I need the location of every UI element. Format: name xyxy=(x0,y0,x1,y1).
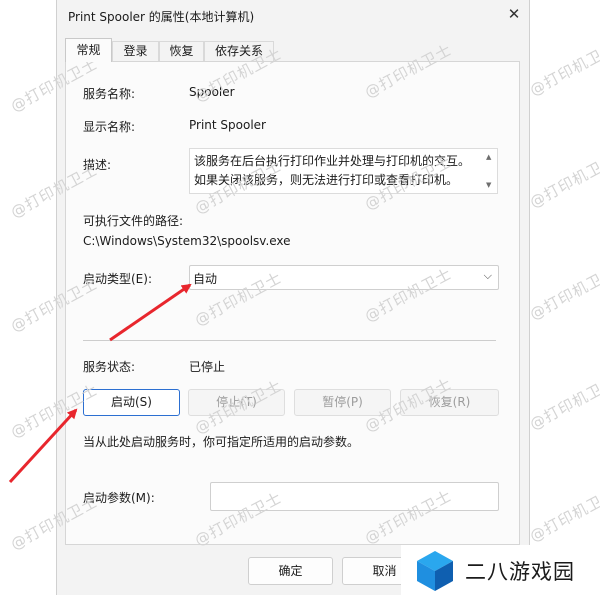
watermark: @打印机卫士 xyxy=(526,38,600,100)
watermark: @打印机卫士 xyxy=(526,484,600,546)
description-text: 该服务在后台执行打印作业并处理与打印机的交互。如果关闭该服务，则无法进行打印或查… xyxy=(194,154,471,187)
start-params-hint: 当从此处启动服务时，你可指定所适用的启动参数。 xyxy=(83,435,360,449)
service-name-label: 服务名称: xyxy=(83,87,136,101)
service-name-value: Spooler xyxy=(189,85,235,99)
startup-type-label: 启动类型(E): xyxy=(83,272,152,286)
brand-name: 二八游戏园 xyxy=(465,560,575,584)
pause-button[interactable]: 暂停(P) xyxy=(294,389,391,416)
tab-logon[interactable]: 登录 xyxy=(112,41,159,61)
display-name-value: Print Spooler xyxy=(189,118,266,132)
tab-general[interactable]: 常规 xyxy=(65,38,112,62)
chevron-down-icon: ⌵ xyxy=(483,269,492,282)
window-title: Print Spooler 的属性(本地计算机) xyxy=(68,10,255,24)
close-icon[interactable]: ✕ xyxy=(499,0,529,30)
scroll-down-icon[interactable]: ▼ xyxy=(486,181,491,189)
path-label: 可执行文件的路径: xyxy=(83,214,184,228)
watermark: @打印机卫士 xyxy=(526,262,600,324)
path-value: C:\Windows\System32\spoolsv.exe xyxy=(83,234,291,248)
start-params-label: 启动参数(M): xyxy=(83,491,155,505)
resume-button[interactable]: 恢复(R) xyxy=(400,389,499,416)
description-scrollbar[interactable]: ▲ ▼ xyxy=(483,149,497,193)
stop-button[interactable]: 停止(T) xyxy=(188,389,285,416)
ok-button[interactable]: 确定 xyxy=(248,557,333,585)
scroll-up-icon[interactable]: ▲ xyxy=(486,153,491,161)
start-button[interactable]: 启动(S) xyxy=(83,389,180,416)
general-panel: 服务名称: Spooler 显示名称: Print Spooler 描述: 该服… xyxy=(65,61,520,545)
startup-type-value: 自动 xyxy=(193,272,218,286)
start-params-input[interactable] xyxy=(210,482,499,511)
status-label: 服务状态: xyxy=(83,360,136,374)
watermark: @打印机卫士 xyxy=(526,372,600,434)
title-bar: Print Spooler 的属性(本地计算机) ✕ xyxy=(57,0,529,30)
properties-dialog: Print Spooler 的属性(本地计算机) ✕ 常规 登录 恢复 依存关系… xyxy=(56,0,530,595)
description-label: 描述: xyxy=(83,158,112,172)
watermark: @打印机卫士 xyxy=(526,150,600,212)
cube-icon xyxy=(417,551,453,591)
display-name-label: 显示名称: xyxy=(83,120,136,134)
startup-type-select[interactable]: 自动 ⌵ xyxy=(189,265,499,290)
description-box[interactable]: 该服务在后台执行打印作业并处理与打印机的交互。如果关闭该服务，则无法进行打印或查… xyxy=(189,148,498,194)
tab-dependencies[interactable]: 依存关系 xyxy=(204,41,274,61)
divider xyxy=(83,340,496,341)
brand-logo: 二八游戏园 xyxy=(401,545,600,595)
status-value: 已停止 xyxy=(189,360,226,374)
tab-recovery[interactable]: 恢复 xyxy=(159,41,204,61)
